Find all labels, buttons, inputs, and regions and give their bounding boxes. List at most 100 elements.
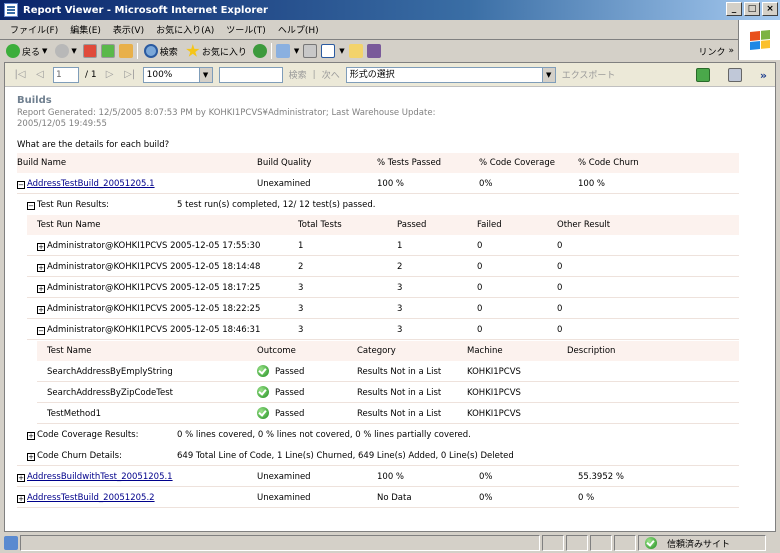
refresh-icon[interactable] <box>100 44 115 58</box>
window-title-bar[interactable]: Report Viewer - Microsoft Internet Explo… <box>0 0 780 20</box>
expand-toolbar-icon[interactable]: » <box>760 69 767 82</box>
run-passed: 3 <box>397 325 403 335</box>
run-failed: 0 <box>477 241 483 251</box>
run-total-tests: 3 <box>298 283 304 293</box>
header-code-coverage: % Code Coverage <box>479 158 555 168</box>
forward-button[interactable]: ▼ <box>53 42 78 60</box>
find-text-input[interactable] <box>218 66 283 83</box>
header-machine: Machine <box>467 346 503 356</box>
header-description: Description <box>567 346 616 356</box>
zoom-select[interactable]: 100% ▼ <box>142 66 213 83</box>
print-report-icon[interactable] <box>727 68 742 82</box>
menu-favorites[interactable]: お気に入り(A) <box>150 23 220 36</box>
close-button[interactable]: × <box>762 2 778 16</box>
test-category: Results Not in a List <box>357 367 442 377</box>
maximize-button[interactable]: □ <box>744 2 760 16</box>
passed-check-icon <box>257 365 269 377</box>
security-zone-pane[interactable]: 信頼済みサイト <box>638 535 766 551</box>
menu-tools[interactable]: ツール(T) <box>220 23 272 36</box>
build-code-churn: 0 % <box>578 493 595 503</box>
search-button[interactable]: 検索 <box>142 42 180 60</box>
menu-help[interactable]: ヘルプ(H) <box>272 23 325 36</box>
build-link[interactable]: AddressTestBuild_20051205.2 <box>27 493 155 503</box>
page-status-icon <box>4 536 18 550</box>
test-run-row: + Administrator@KOHKI1PCVS 2005-12-05 17:… <box>27 236 739 256</box>
build-link[interactable]: AddressBuildwithTest_20051205.1 <box>27 472 173 482</box>
expand-icon[interactable]: + <box>37 306 45 314</box>
previous-page-button[interactable]: ◁ <box>33 69 47 80</box>
find-next-button[interactable]: 次へ <box>322 68 340 81</box>
build-link[interactable]: AddressTestBuild_20051205.1 <box>27 179 155 189</box>
expand-icon[interactable]: + <box>37 264 45 272</box>
home-icon[interactable] <box>118 44 133 58</box>
links-bar[interactable]: リンク » <box>698 41 734 61</box>
header-build-name: Build Name <box>17 158 67 168</box>
header-category: Category <box>357 346 396 356</box>
next-page-button[interactable]: ▷ <box>103 69 117 80</box>
expand-icon[interactable]: + <box>17 495 25 503</box>
run-other-result: 0 <box>557 262 563 272</box>
header-code-churn: % Code Churn <box>578 158 639 168</box>
test-outcome: Passed <box>275 388 305 398</box>
edit-document-icon[interactable] <box>321 44 336 58</box>
expand-icon[interactable]: + <box>17 474 25 482</box>
mail-icon[interactable] <box>275 44 290 58</box>
menu-edit[interactable]: 編集(E) <box>64 23 107 36</box>
run-header-row: Test Run Name Total Tests Passed Failed … <box>27 215 739 235</box>
build-quality: Unexamined <box>257 179 311 189</box>
run-other-result: 0 <box>557 241 563 251</box>
toolbar-separator <box>136 43 138 59</box>
test-name: TestMethod1 <box>47 409 102 419</box>
back-arrow-icon <box>6 44 20 58</box>
stop-icon[interactable] <box>82 44 97 58</box>
menu-view[interactable]: 表示(V) <box>107 23 150 36</box>
security-zone-label: 信頼済みサイト <box>667 539 731 550</box>
collapse-icon[interactable]: − <box>27 202 35 210</box>
test-run-row: + Administrator@KOHKI1PCVS 2005-12-05 18:… <box>27 299 739 319</box>
media-icon[interactable] <box>252 44 267 58</box>
expand-icon[interactable]: + <box>37 243 45 251</box>
status-pane <box>542 535 564 551</box>
back-button[interactable]: 戻る ▼ <box>4 42 49 60</box>
back-dropdown-icon[interactable]: ▼ <box>42 47 47 55</box>
header-tests-passed: % Tests Passed <box>377 158 442 168</box>
refresh-report-icon[interactable] <box>695 68 710 82</box>
last-page-button[interactable]: ▷| <box>123 69 137 80</box>
print-icon[interactable] <box>303 44 318 58</box>
report-generated-text: Report Generated: 12/5/2005 8:07:53 PM b… <box>17 108 436 129</box>
favorites-button[interactable]: お気に入り <box>184 42 249 60</box>
run-other-result: 0 <box>557 325 563 335</box>
forward-dropdown-icon[interactable]: ▼ <box>71 47 76 55</box>
zoom-dropdown-icon[interactable]: ▼ <box>198 67 212 82</box>
page-number-input[interactable]: 1 <box>53 66 79 83</box>
export-button[interactable]: エクスポート <box>562 68 616 81</box>
test-row: TestMethod1 Passed Results Not in a List… <box>37 404 739 424</box>
format-dropdown-icon[interactable]: ▼ <box>541 67 555 82</box>
test-outcome: Passed <box>275 367 305 377</box>
build-code-coverage: 0% <box>479 472 493 482</box>
run-total-tests: 3 <box>298 304 304 314</box>
header-other-result: Other Result <box>557 220 611 230</box>
zoom-value: 100% <box>146 69 173 80</box>
folder-icon[interactable] <box>348 44 363 58</box>
find-button[interactable]: 検索 <box>289 68 307 81</box>
test-run-name: Administrator@KOHKI1PCVS 2005-12-05 18:1… <box>47 283 261 293</box>
export-format-select[interactable]: 形式の選択 ▼ <box>345 66 556 83</box>
expand-icon[interactable]: + <box>37 285 45 293</box>
first-page-button[interactable]: |◁ <box>13 69 27 80</box>
expand-icon[interactable]: + <box>27 453 35 461</box>
collapse-icon[interactable]: − <box>17 181 25 189</box>
expand-icon[interactable]: + <box>27 432 35 440</box>
mail-dropdown-icon[interactable]: ▼ <box>294 47 299 55</box>
test-header-row: Test Name Outcome Category Machine Descr… <box>37 341 739 361</box>
minimize-button[interactable]: _ <box>726 2 742 16</box>
collapse-icon[interactable]: − <box>37 327 45 335</box>
menu-bar: ファイル(F) 編集(E) 表示(V) お気に入り(A) ツール(T) ヘルプ(… <box>0 20 780 40</box>
run-passed: 2 <box>397 262 403 272</box>
test-run-row: − Administrator@KOHKI1PCVS 2005-12-05 18:… <box>27 320 739 340</box>
run-failed: 0 <box>477 262 483 272</box>
menu-file[interactable]: ファイル(F) <box>4 23 64 36</box>
test-run-row: + Administrator@KOHKI1PCVS 2005-12-05 18:… <box>27 257 739 277</box>
edit-dropdown-icon[interactable]: ▼ <box>339 47 344 55</box>
messenger-icon[interactable] <box>366 44 381 58</box>
